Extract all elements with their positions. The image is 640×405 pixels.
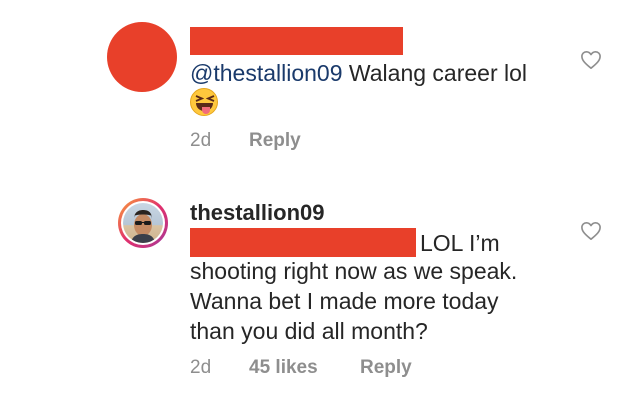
avatar-photo <box>123 203 163 243</box>
comment-text-line-1: LOL I’m <box>420 230 500 256</box>
comment-text-line-3: Wanna bet I made more today <box>190 288 499 314</box>
comment-text-line-2: shooting right now as we speak. <box>190 258 518 284</box>
avatar-story-ring[interactable] <box>118 198 168 248</box>
comment-time: 2d <box>190 357 212 378</box>
comment-username[interactable]: thestallion09 <box>190 199 324 227</box>
avatar-redacted[interactable] <box>107 22 177 92</box>
redacted-username <box>190 27 403 55</box>
mention-link[interactable]: @thestallion09 <box>190 60 343 86</box>
comment-text: @thestallion09 Walang career lol <box>190 58 527 88</box>
comment-body: Walang career lol <box>342 60 528 86</box>
comment-time: 2d <box>190 130 212 151</box>
reply-button[interactable]: Reply <box>249 130 301 152</box>
reply-button[interactable]: Reply <box>360 357 412 379</box>
heart-icon[interactable] <box>580 50 602 70</box>
likes-count[interactable]: 45 likes <box>249 357 318 379</box>
heart-icon[interactable] <box>580 221 602 241</box>
squinting-face-with-tongue-emoji-icon <box>190 88 218 116</box>
redacted-mention <box>190 228 416 257</box>
comment-text-line-4: than you did all month? <box>190 318 428 344</box>
